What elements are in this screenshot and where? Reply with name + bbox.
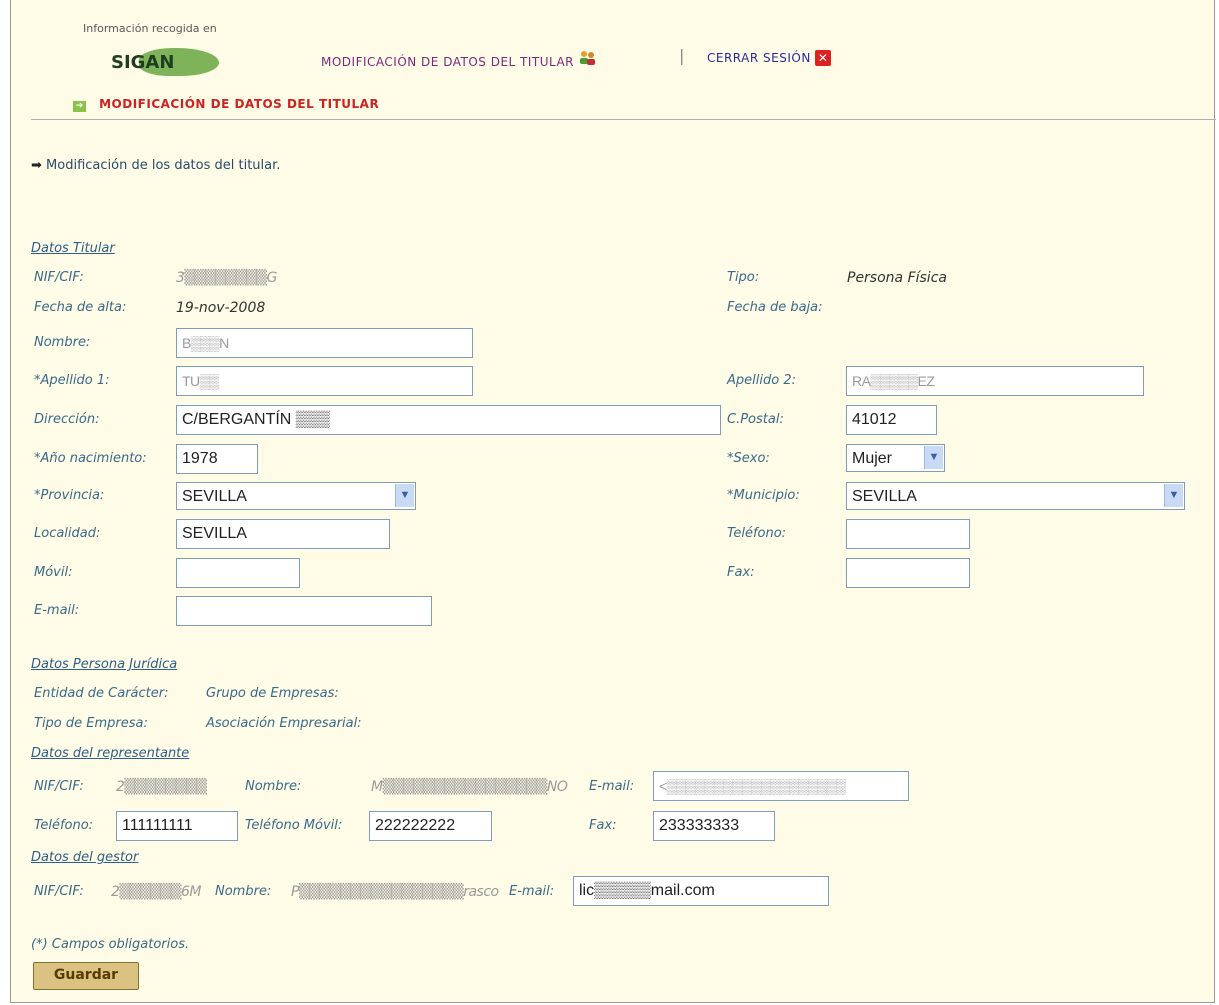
fax-input[interactable] <box>846 558 970 588</box>
tipo-empresa-label: Tipo de Empresa: <box>34 716 148 731</box>
section-datos-gestor: Datos del gestor <box>31 850 139 865</box>
chevron-down-icon: ▼ <box>1164 484 1183 507</box>
section-datos-representante: Datos del representante <box>31 746 190 761</box>
rep-nombre-value: M▒▒▒▒▒▒▒▒▒▒▒▒▒▒▒▒NO <box>371 779 568 795</box>
page-frame: Información recogida en SIGAN MODIFICACI… <box>10 0 1216 1003</box>
close-icon: ✕ <box>815 50 832 66</box>
arrow-box-icon: ➔ <box>73 101 86 112</box>
rep-movil-label: Teléfono Móvil: <box>245 818 343 833</box>
gestor-email-input[interactable]: lic▒▒▒▒▒mail.com <box>573 876 829 906</box>
chevron-down-icon: ▼ <box>924 446 943 469</box>
gestor-email-label: E-mail: <box>509 884 555 899</box>
cpostal-label: C.Postal: <box>727 412 784 427</box>
direccion-label: Dirección: <box>34 412 100 427</box>
sigan-logo: SIGAN <box>111 46 223 80</box>
breadcrumb-label: MODIFICACIÓN DE DATOS DEL TITULAR <box>99 97 380 111</box>
movil-input[interactable] <box>176 558 300 588</box>
rep-fax-input[interactable]: 233333333 <box>653 811 775 841</box>
header-divider <box>31 119 1216 120</box>
localidad-input[interactable]: SEVILLA <box>176 519 390 549</box>
provincia-label: *Provincia: <box>34 488 105 503</box>
info-label: Información recogida en <box>83 22 217 35</box>
email-label: E-mail: <box>34 603 80 618</box>
intro-text: ➡ Modificación de los datos del titular. <box>31 158 280 173</box>
rep-nif-value: 2▒▒▒▒▒▒▒▒ <box>116 779 207 795</box>
direccion-input[interactable]: C/BERGANTÍN ▒▒▒ <box>176 405 721 435</box>
sexo-select[interactable]: Mujer ▼ <box>846 444 945 472</box>
municipio-label: *Municipio: <box>727 488 800 503</box>
gestor-nombre-value: P▒▒▒▒▒▒▒▒▒▒▒▒▒▒▒▒rasco <box>291 884 499 900</box>
telefono-input[interactable] <box>846 519 970 549</box>
rep-movil-input[interactable]: 222222222 <box>369 811 492 841</box>
user-edit-icon <box>578 50 596 65</box>
rep-telefono-label: Teléfono: <box>34 818 94 833</box>
gestor-nif-value: 2▒▒▒▒▒▒6M <box>111 884 202 900</box>
rep-nif-label: NIF/CIF: <box>34 779 84 794</box>
tipo-label: Tipo: <box>727 270 760 285</box>
apellido1-input[interactable]: TU▒▒ <box>176 366 473 396</box>
logout-link-label: CERRAR SESIÓN <box>707 51 811 65</box>
rep-email-label: E-mail: <box>589 779 635 794</box>
section-datos-persona-juridica: Datos Persona Jurídica <box>31 657 178 672</box>
anio-nacimiento-label: *Año nacimiento: <box>34 451 147 466</box>
sexo-select-value: Mujer <box>852 450 893 467</box>
logo-text: SIGAN <box>111 52 175 73</box>
apellido2-input[interactable]: RA▒▒▒▒▒EZ <box>846 366 1144 396</box>
apellido1-label: *Apellido 1: <box>34 373 110 388</box>
nombre-input[interactable]: B▒▒▒N <box>176 328 473 358</box>
rep-telefono-input[interactable]: 111111111 <box>116 811 238 841</box>
modify-titular-link[interactable]: MODIFICACIÓN DE DATOS DEL TITULAR <box>321 50 596 69</box>
breadcrumb: ➔ MODIFICACIÓN DE DATOS DEL TITULAR <box>73 93 379 112</box>
municipio-select[interactable]: SEVILLA ▼ <box>846 482 1185 510</box>
nif-value: 3▒▒▒▒▒▒▒▒G <box>176 270 277 286</box>
cpostal-input[interactable]: 41012 <box>846 405 937 435</box>
header-separator: | <box>679 46 685 65</box>
section-datos-titular: Datos Titular <box>31 241 115 256</box>
logout-link[interactable]: CERRAR SESIÓN ✕ <box>707 50 832 66</box>
email-input[interactable] <box>176 596 432 626</box>
rep-email-input[interactable]: <▒▒▒▒▒▒▒▒▒▒▒▒▒▒▒▒▒▒▒ <box>653 771 909 801</box>
fecha-alta-value: 19-nov-2008 <box>176 300 266 316</box>
provincia-select-value: SEVILLA <box>182 488 247 505</box>
rep-nombre-label: Nombre: <box>245 779 302 794</box>
fecha-alta-label: Fecha de alta: <box>34 300 127 315</box>
nif-label: NIF/CIF: <box>34 270 84 285</box>
movil-label: Móvil: <box>34 565 73 580</box>
tipo-value: Persona Física <box>847 270 947 286</box>
asociacion-empresarial-label: Asociación Empresarial: <box>206 716 362 731</box>
save-button[interactable]: Guardar <box>33 962 139 990</box>
localidad-label: Localidad: <box>34 526 101 541</box>
gestor-nif-label: NIF/CIF: <box>34 884 84 899</box>
grupo-empresas-label: Grupo de Empresas: <box>206 686 339 701</box>
nombre-label: Nombre: <box>34 335 91 350</box>
chevron-down-icon: ▼ <box>395 484 414 507</box>
provincia-select[interactable]: SEVILLA ▼ <box>176 482 416 510</box>
modify-titular-link-label: MODIFICACIÓN DE DATOS DEL TITULAR <box>321 55 575 69</box>
fecha-baja-label: Fecha de baja: <box>727 300 823 315</box>
required-note: (*) Campos obligatorios. <box>31 937 190 952</box>
anio-nacimiento-input[interactable]: 1978 <box>176 444 258 474</box>
sexo-label: *Sexo: <box>727 451 770 466</box>
right-arrow-icon: ➡ <box>31 158 42 173</box>
municipio-select-value: SEVILLA <box>852 488 917 505</box>
telefono-label: Teléfono: <box>727 526 787 541</box>
fax-label: Fax: <box>727 565 755 580</box>
entidad-caracter-label: Entidad de Carácter: <box>34 686 169 701</box>
gestor-nombre-label: Nombre: <box>215 884 272 899</box>
apellido2-label: Apellido 2: <box>727 373 796 388</box>
intro-label: Modificación de los datos del titular. <box>46 158 281 173</box>
rep-fax-label: Fax: <box>589 818 617 833</box>
